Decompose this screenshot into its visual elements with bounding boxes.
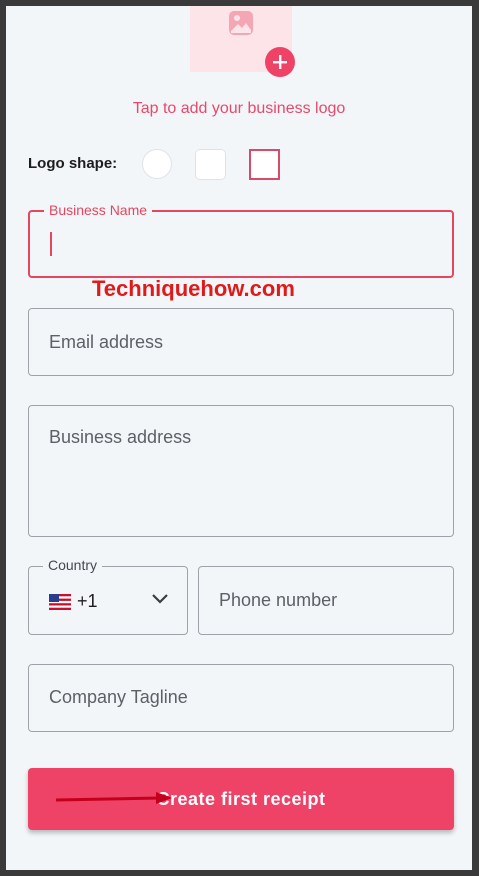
email-field[interactable]: Email address — [28, 308, 454, 376]
logo-shape-label: Logo shape: — [28, 155, 118, 172]
add-logo-button[interactable] — [265, 47, 295, 77]
phone-number-field[interactable]: Phone number — [198, 566, 454, 635]
logo-shape-circle-option[interactable] — [142, 149, 172, 179]
add-logo-hint[interactable]: Tap to add your business logo — [6, 100, 472, 118]
plus-icon — [273, 55, 287, 69]
create-first-receipt-button[interactable]: Create first receipt — [28, 768, 454, 830]
business-name-label: Business Name — [44, 202, 153, 218]
image-icon — [229, 11, 253, 35]
country-label: Country — [43, 557, 103, 573]
business-address-placeholder: Business address — [49, 427, 192, 447]
email-placeholder: Email address — [49, 332, 164, 352]
logo-shape-rounded-option[interactable] — [195, 149, 226, 180]
red-arrow-annotation — [55, 792, 172, 804]
create-first-receipt-label: Create first receipt — [156, 788, 326, 809]
text-caret — [50, 232, 52, 256]
flag-us-icon — [49, 593, 71, 610]
chevron-down-icon — [152, 594, 168, 604]
country-code-value: +1 — [49, 591, 98, 612]
company-tagline-field[interactable]: Company Tagline — [28, 664, 454, 732]
app-screen: Tap to add your business logo Logo shape… — [6, 6, 472, 870]
company-tagline-placeholder: Company Tagline — [49, 687, 188, 707]
logo-shape-square-option[interactable] — [249, 149, 280, 180]
phone-number-placeholder: Phone number — [219, 590, 338, 610]
watermark: Techniquehow.com — [92, 276, 295, 301]
business-name-field[interactable]: Business Name — [28, 202, 454, 278]
country-code-text: +1 — [77, 591, 98, 611]
business-address-field[interactable]: Business address — [28, 405, 454, 537]
country-code-select[interactable]: Country +1 — [28, 557, 188, 635]
